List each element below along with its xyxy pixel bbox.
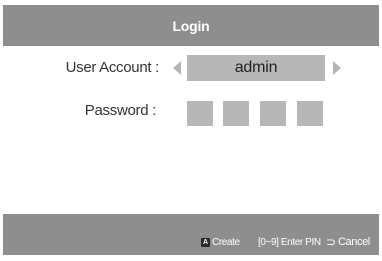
a-button-icon: A (201, 238, 210, 247)
password-label: Password : (84, 102, 157, 119)
triangle-left-icon[interactable] (173, 61, 181, 75)
user-account-selector[interactable]: admin (187, 55, 325, 81)
title-bar: Login (3, 5, 379, 46)
cancel-button[interactable]: Cancel (338, 236, 370, 248)
enter-pin-hint: [0~9] Enter PIN (258, 237, 321, 248)
user-account-label: User Account : (65, 59, 160, 76)
pin-digit-1[interactable] (187, 101, 213, 126)
return-icon: ⊃ (326, 235, 337, 249)
pin-digit-3[interactable] (260, 101, 286, 126)
triangle-right-icon[interactable] (333, 61, 341, 75)
footer-bar (3, 214, 379, 255)
login-dialog: Login User Account : admin Password : A … (0, 0, 382, 261)
dialog-title: Login (172, 17, 210, 34)
pin-digit-2[interactable] (223, 101, 249, 126)
pin-digit-4[interactable] (297, 101, 323, 126)
create-button[interactable]: Create (212, 237, 240, 249)
user-account-value: admin (234, 59, 278, 76)
